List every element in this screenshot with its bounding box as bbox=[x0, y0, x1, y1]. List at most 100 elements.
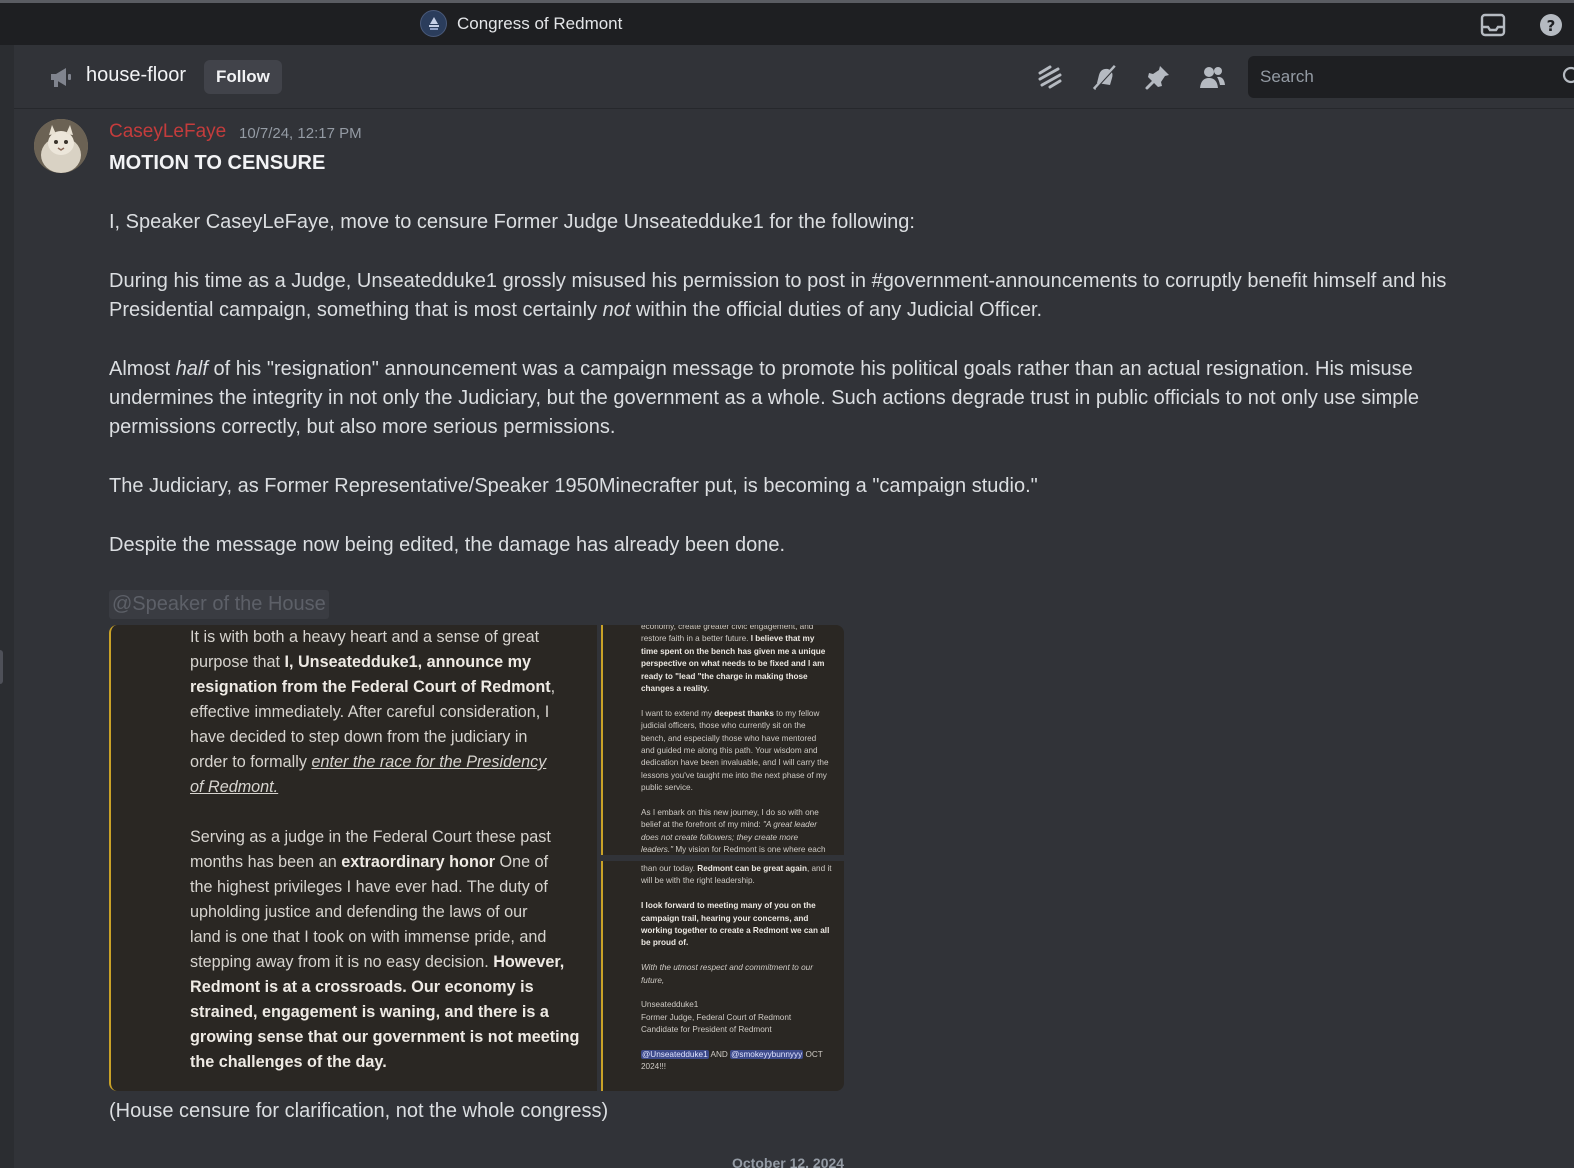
text-line: will be with the right leadership. bbox=[641, 876, 755, 886]
text-line: changes a reality. bbox=[641, 683, 839, 695]
text-run: purpose that bbox=[190, 653, 285, 671]
text-line: the highest privileges I have ever had. … bbox=[190, 878, 548, 896]
text-line: purpose that I, Unseatedduke1, announce … bbox=[190, 650, 590, 675]
title-bar: Congress of Redmont ? bbox=[0, 3, 1574, 45]
attachment-2-text: economy, create greater civic engagement… bbox=[641, 625, 839, 855]
text-line: bench, and especially those who have men… bbox=[641, 733, 817, 743]
text-bold: be proud of. bbox=[641, 938, 689, 948]
text-line: order to formally enter the race for the… bbox=[190, 750, 590, 775]
user-mention: @smokeyybunnyyy bbox=[730, 1050, 804, 1060]
message-paragraph: I, Speaker CaseyLeFaye, move to censure … bbox=[109, 211, 915, 233]
text-line: be proud of. bbox=[641, 937, 839, 949]
text-run: One of bbox=[495, 853, 549, 871]
text-line: Serving as a judge in the Federal Court … bbox=[190, 828, 551, 846]
text-line: Redmont is at a crossroads. Our economy … bbox=[190, 975, 590, 1000]
message-heading: MOTION TO CENSURE bbox=[109, 152, 326, 174]
text-bold: I, Unseatedduke1, announce my bbox=[284, 653, 531, 671]
text-bold: extraordinary honor bbox=[341, 853, 496, 871]
text-run: I want to extend my bbox=[641, 708, 715, 718]
threads-icon[interactable] bbox=[1036, 63, 1064, 96]
channel-name: house-floor bbox=[86, 64, 187, 86]
text-italic: does not create followers; they create m… bbox=[641, 832, 799, 842]
text-run: OCT bbox=[803, 1050, 823, 1060]
message-author[interactable]: CaseyLeFaye bbox=[109, 121, 226, 143]
message-footer-note: (House censure for clarification, not th… bbox=[109, 1100, 609, 1122]
text-run: belief at the forefront of my mind: bbox=[641, 820, 763, 830]
role-mention[interactable]: @Speaker of the House bbox=[109, 590, 329, 619]
attachment-image-2[interactable]: economy, create greater civic engagement… bbox=[601, 625, 844, 855]
text-run: stepping away from it is no easy decisio… bbox=[190, 953, 494, 971]
text-emphasis: half bbox=[175, 358, 208, 380]
text-line: effective immediately. After careful con… bbox=[190, 703, 550, 721]
search-placeholder: Search bbox=[1260, 67, 1314, 86]
server-title: Congress of Redmont bbox=[420, 10, 622, 37]
text-line: resignation from the Federal Court of Re… bbox=[190, 675, 590, 700]
date-divider: October 12, 2024 bbox=[732, 1155, 845, 1168]
text-line: public service. bbox=[641, 783, 693, 793]
text-bold: time spent on the bench has given me a u… bbox=[641, 646, 826, 656]
text-run: Almost bbox=[109, 358, 176, 380]
sidebar-indicator bbox=[0, 650, 3, 684]
text-run: to my fellow bbox=[773, 708, 820, 718]
help-icon[interactable]: ? bbox=[1538, 12, 1564, 38]
text-line: growing sense that our government is not… bbox=[190, 1025, 590, 1050]
text-line: 2024!!! bbox=[641, 1062, 667, 1072]
text-bold: Redmont is at a crossroads. Our economy … bbox=[190, 978, 534, 996]
text-line: leaders." My vision for Redmont is one w… bbox=[641, 844, 839, 855]
text-line: months has been an extraordinary honor O… bbox=[190, 850, 590, 875]
channel-header: house-floor Follow Search bbox=[14, 45, 1574, 109]
text-line: dedication have been invaluable, and I w… bbox=[641, 758, 829, 768]
text-line: Former Judge, Federal Court of Redmont bbox=[641, 1012, 792, 1022]
text-line: perspective on what needs to be fixed an… bbox=[641, 658, 839, 670]
text-line: @Unseatedduke1 AND @smokeyybunnyyy OCT bbox=[641, 1049, 839, 1061]
message-content: MOTION TO CENSURE I, Speaker CaseyLeFaye… bbox=[109, 149, 1509, 619]
text-bold: perspective on what needs to be fixed an… bbox=[641, 659, 825, 669]
text-line: With the utmost respect and commitment t… bbox=[641, 962, 839, 974]
image-attachments: It is with both a heavy heart and a sens… bbox=[109, 625, 844, 1091]
search-input[interactable]: Search bbox=[1248, 56, 1574, 98]
message-paragraph: Almost half of his "resignation" announc… bbox=[109, 355, 1509, 442]
search-icon[interactable] bbox=[1562, 66, 1574, 93]
text-line: economy, create greater civic engagement… bbox=[641, 625, 814, 631]
text-bold: the challenges of the day. bbox=[190, 1053, 387, 1071]
text-line: judicial officers, those who currently s… bbox=[641, 721, 806, 731]
message-paragraph: The Judiciary, as Former Representative/… bbox=[109, 475, 1038, 497]
member-list-icon[interactable] bbox=[1198, 63, 1226, 96]
text-italic: leaders." bbox=[641, 845, 674, 855]
text-line: of Redmont. bbox=[190, 775, 590, 800]
text-link: of Redmont. bbox=[190, 778, 279, 796]
avatar[interactable] bbox=[34, 119, 88, 173]
follow-button[interactable]: Follow bbox=[204, 60, 282, 94]
text-line: Unseatedduke1 bbox=[641, 1000, 699, 1010]
text-line: ready to "lead "the charge in making tho… bbox=[641, 671, 839, 683]
text-run: of his "resignation" announcement was a … bbox=[109, 358, 1419, 438]
text-bold: strained, engagement is waning, and ther… bbox=[190, 1003, 549, 1021]
text-bold: deepest thanks bbox=[714, 708, 774, 718]
guild-sidebar-edge bbox=[0, 45, 14, 1168]
text-line: strained, engagement is waning, and ther… bbox=[190, 1000, 590, 1025]
text-bold: resignation from the Federal Court of Re… bbox=[190, 678, 551, 696]
attachment-3-text: than our today. Redmont can be great aga… bbox=[641, 863, 839, 1074]
text-line: land is one that I took on with immense … bbox=[190, 928, 547, 946]
announcement-channel-icon bbox=[48, 64, 74, 95]
attachment-image-1[interactable]: It is with both a heavy heart and a sens… bbox=[109, 625, 597, 1091]
inbox-icon[interactable] bbox=[1480, 12, 1506, 38]
text-emphasis: not bbox=[602, 299, 631, 321]
attachment-1-text: It is with both a heavy heart and a sens… bbox=[190, 625, 590, 1075]
text-run: order to formally bbox=[190, 753, 312, 771]
text-run: months has been an bbox=[190, 853, 342, 871]
text-bold: campaign trail, hearing your concerns, a… bbox=[641, 913, 809, 923]
text-bold: I look forward to meeting many of you on… bbox=[641, 901, 816, 911]
text-line: As I embark on this new journey, I do so… bbox=[641, 808, 819, 818]
pin-icon[interactable] bbox=[1144, 63, 1172, 96]
mute-bell-icon[interactable] bbox=[1090, 63, 1118, 96]
attachment-image-3[interactable]: than our today. Redmont can be great aga… bbox=[601, 861, 844, 1091]
text-line: than our today. Redmont can be great aga… bbox=[641, 863, 839, 875]
message-timestamp: 10/7/24, 12:17 PM bbox=[239, 125, 362, 142]
text-run: within the official duties of any Judici… bbox=[630, 299, 1043, 321]
text-line: time spent on the bench has given me a u… bbox=[641, 646, 839, 658]
